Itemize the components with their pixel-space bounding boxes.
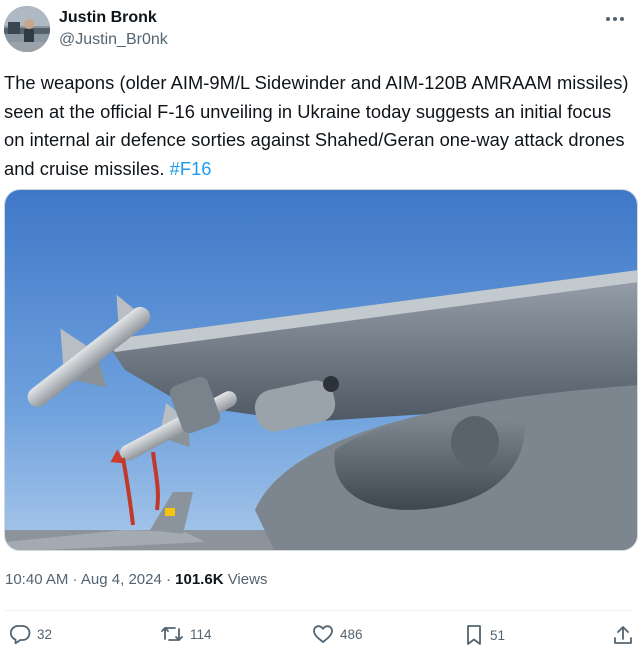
bookmark-count: 51 xyxy=(490,627,506,643)
share-button[interactable] xyxy=(612,624,634,646)
repost-button[interactable]: 114 xyxy=(160,624,212,644)
reply-button[interactable]: 32 xyxy=(9,624,52,644)
tweet-header: Justin Bronk @Justin_Br0nk xyxy=(4,4,634,54)
meta-separator: · xyxy=(68,571,81,588)
repost-icon xyxy=(160,624,184,644)
repost-count: 114 xyxy=(190,626,212,642)
views-count: 101.6K xyxy=(175,571,224,588)
author-display-name[interactable]: Justin Bronk xyxy=(59,8,168,28)
more-icon[interactable] xyxy=(602,10,628,28)
tweet-meta: 10:40 AM · Aug 4, 2024 · 101.6K Views xyxy=(5,570,267,590)
tweet-time[interactable]: 10:40 AM xyxy=(5,571,68,588)
tweet-media-image[interactable] xyxy=(4,189,638,551)
bookmark-button[interactable]: 51 xyxy=(464,624,505,646)
avatar[interactable] xyxy=(4,6,50,52)
share-icon xyxy=(612,624,634,646)
like-button[interactable]: 486 xyxy=(312,624,363,644)
meta-separator: · xyxy=(161,571,176,588)
hashtag-link[interactable]: #F16 xyxy=(170,158,212,179)
reply-count: 32 xyxy=(37,626,53,642)
tweet-text: The weapons (older AIM-9M/L Sidewinder a… xyxy=(4,69,632,183)
action-bar: 32 114 486 51 xyxy=(0,622,638,650)
author-handle[interactable]: @Justin_Br0nk xyxy=(59,30,168,50)
reply-icon xyxy=(9,624,31,644)
like-count: 486 xyxy=(340,626,363,642)
tweet-date[interactable]: Aug 4, 2024 xyxy=(81,571,162,588)
divider xyxy=(4,610,634,611)
heart-icon xyxy=(312,624,334,644)
views-label: Views xyxy=(223,571,268,588)
bookmark-icon xyxy=(464,624,484,646)
tweet-body: The weapons (older AIM-9M/L Sidewinder a… xyxy=(4,72,629,179)
